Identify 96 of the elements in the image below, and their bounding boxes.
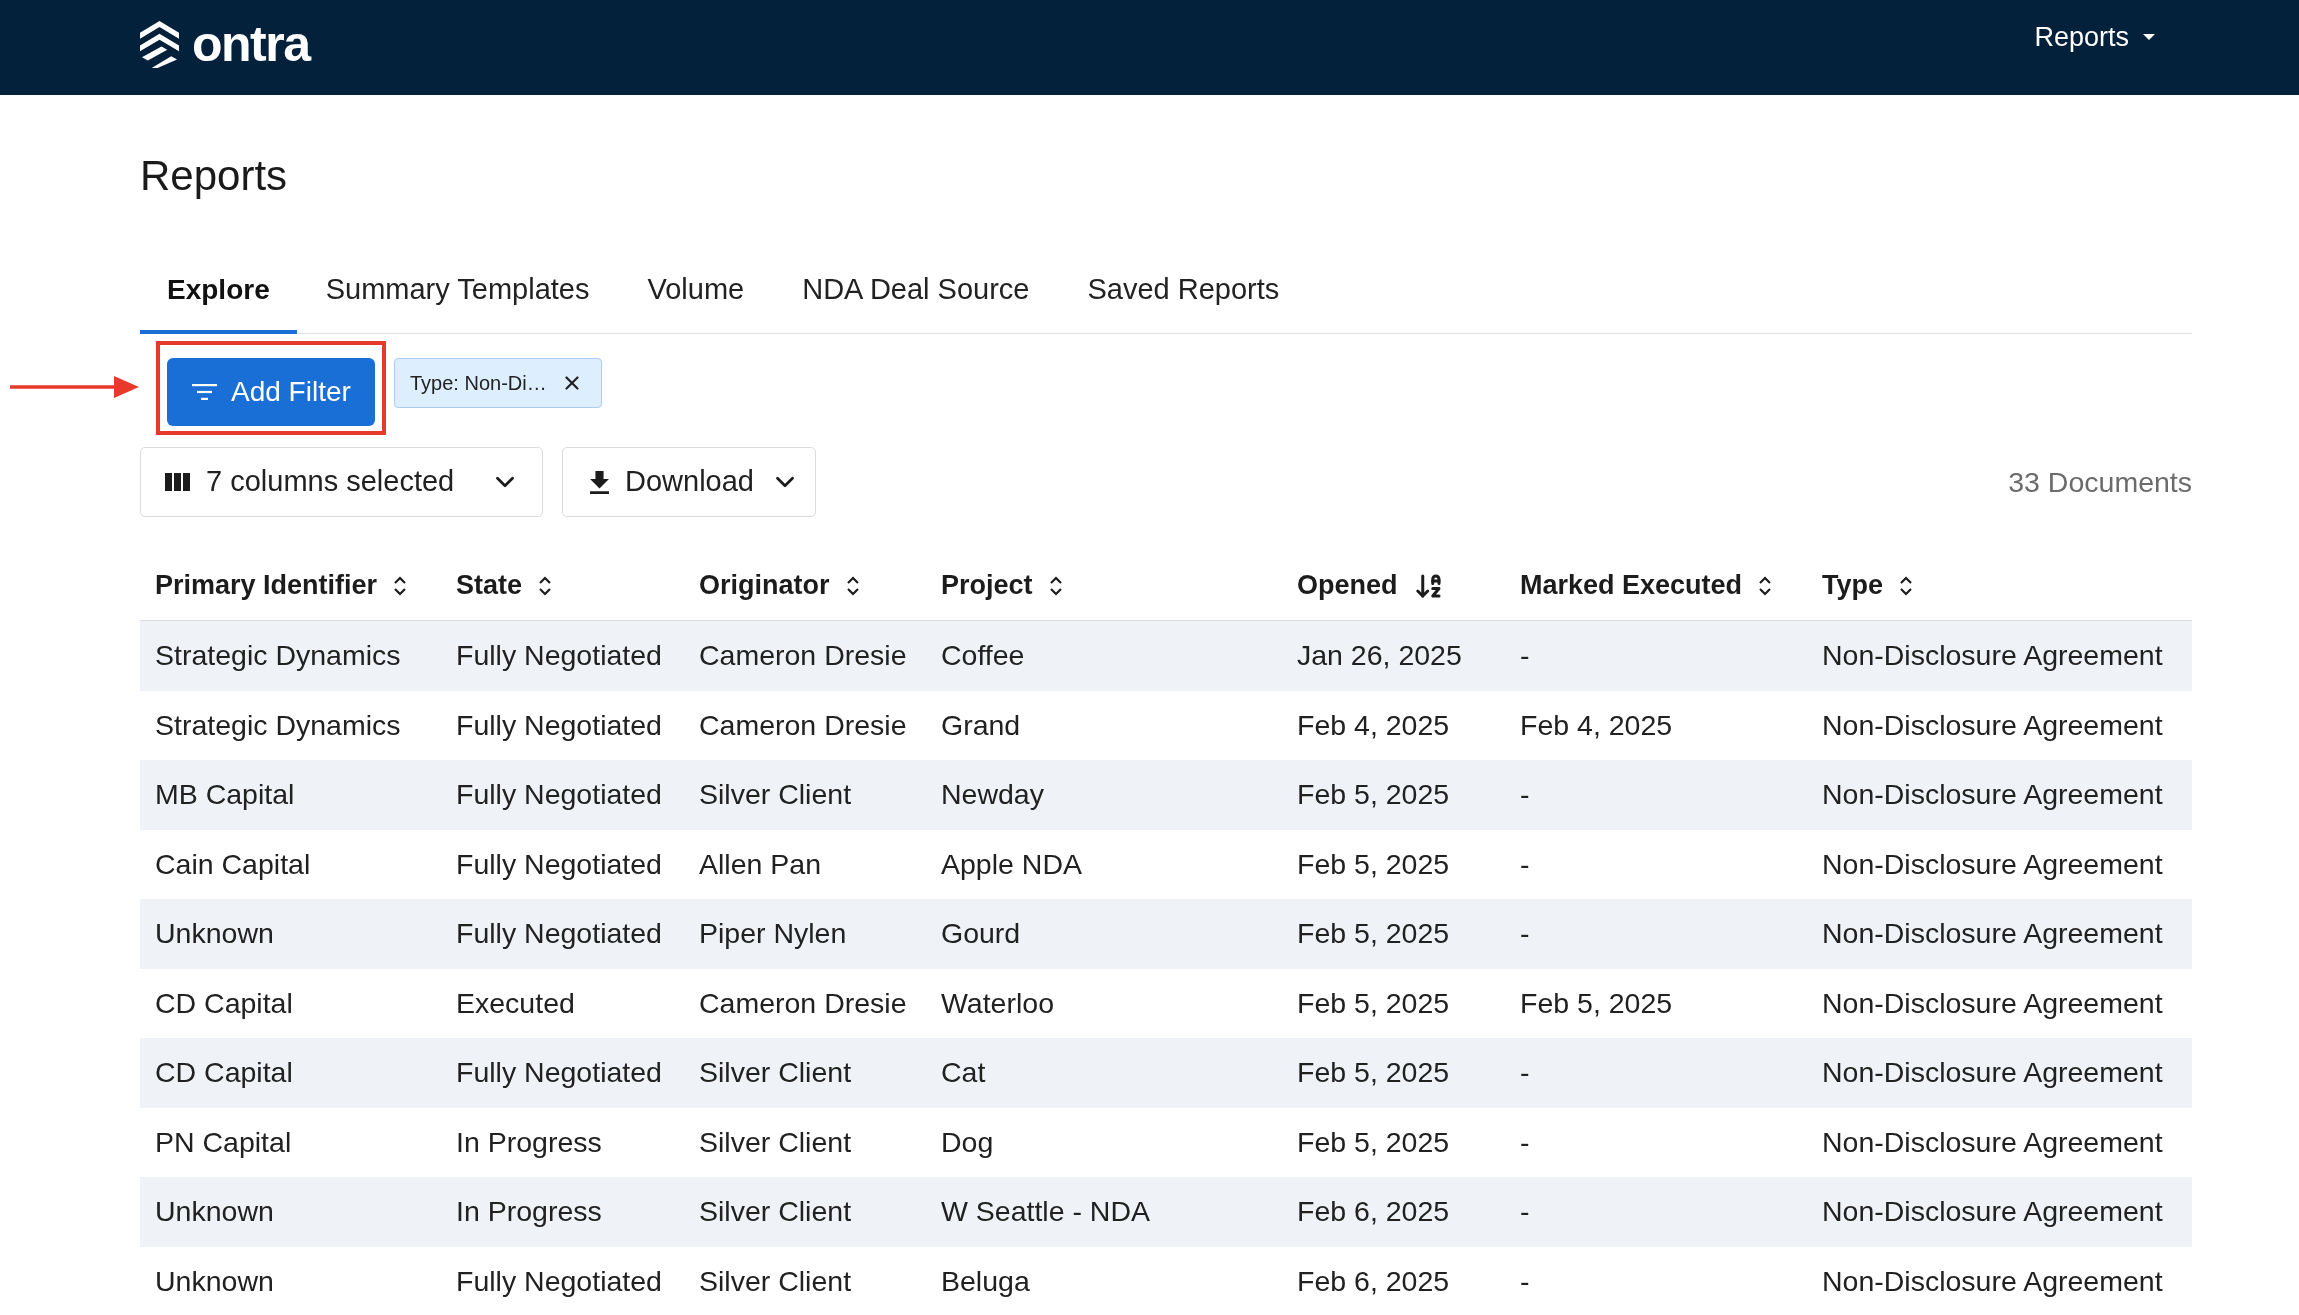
table-cell-text: Cameron Dresie: [698, 707, 908, 743]
table-cell-text: Feb 4, 2025: [1519, 707, 1674, 743]
column-header[interactable]: Type: [1822, 565, 1913, 606]
table-cell-text: Non-Disclosure Agreement: [1821, 707, 2164, 743]
tab[interactable]: Volume: [618, 250, 774, 334]
add-filter-button[interactable]: Add Filter: [167, 358, 375, 426]
table-cell-text: W Seattle - NDA: [940, 1194, 1152, 1230]
table-cell-text: -: [1519, 638, 1531, 674]
table-cell-text: Non-Disclosure Agreement: [1821, 1055, 2164, 1091]
page-title: Reports: [140, 151, 289, 201]
table-cell-text: CD Capital: [154, 1055, 294, 1091]
table-cell-text: Fully Negotiated: [455, 638, 663, 674]
logo-icon: [140, 20, 179, 68]
table-cell-text: Cain Capital: [154, 846, 312, 882]
table-cell-text: Strategic Dynamics: [154, 707, 402, 743]
table-cell-text: Non-Disclosure Agreement: [1821, 916, 2164, 952]
table-cell-text: Non-Disclosure Agreement: [1821, 638, 2164, 674]
table-cell-text: -: [1519, 777, 1531, 813]
table-cell-text: Apple NDA: [940, 846, 1083, 882]
table-cell-text: Feb 6, 2025: [1296, 1194, 1451, 1230]
column-header[interactable]: Opened: [1297, 565, 1444, 606]
table-cell-text: Fully Negotiated: [455, 1263, 663, 1299]
table-cell-text: Grand: [940, 707, 1022, 743]
table-cell-text: Feb 4, 2025: [1296, 707, 1451, 743]
table-cell-text: Jan 26, 2025: [1296, 638, 1463, 674]
table-cell-text: Waterloo: [940, 985, 1055, 1021]
column-header[interactable]: Project: [941, 565, 1063, 606]
table-cell-text: Unknown: [154, 1194, 275, 1230]
table-cell-text: Feb 5, 2025: [1296, 846, 1451, 882]
table-cell-text: -: [1519, 846, 1531, 882]
download-button[interactable]: Download: [562, 447, 816, 517]
filter-icon: [192, 384, 217, 400]
table-cell-text: Feb 5, 2025: [1296, 1124, 1451, 1160]
table-cell-text: Piper Nylen: [698, 916, 848, 952]
table-cell-text: In Progress: [455, 1124, 603, 1160]
table-cell-text: Executed: [455, 985, 576, 1021]
table-cell-text: Non-Disclosure Agreement: [1821, 1263, 2164, 1299]
column-header[interactable]: Marked Executed: [1520, 565, 1773, 606]
download-icon: [590, 470, 609, 494]
table-cell-text: Feb 5, 2025: [1296, 916, 1451, 952]
table-cell-text: Non-Disclosure Agreement: [1821, 1194, 2164, 1230]
table-cell-text: -: [1519, 916, 1531, 952]
filter-chip-label: Type: Non-Di…: [410, 371, 547, 396]
table-cell-text: MB Capital: [154, 777, 296, 813]
table-cell-text: In Progress: [455, 1194, 603, 1230]
table-cell-text: -: [1519, 1194, 1531, 1230]
table-cell-text: Cameron Dresie: [698, 638, 908, 674]
tab[interactable]: Saved Reports: [1058, 250, 1309, 334]
table-cell-text: Beluga: [940, 1263, 1031, 1299]
tab[interactable]: Summary Templates: [296, 250, 619, 334]
table-cell-text: Fully Negotiated: [455, 846, 663, 882]
reports-menu-button[interactable]: Reports: [2034, 19, 2155, 55]
caret-icon: [2143, 34, 2155, 40]
table-cell-text: Feb 5, 2025: [1296, 1055, 1451, 1091]
table-cell-text: Feb 5, 2025: [1519, 985, 1674, 1021]
table-cell-text: Fully Negotiated: [455, 777, 663, 813]
table-cell-text: -: [1519, 1055, 1531, 1091]
table-cell-text: Unknown: [154, 1263, 275, 1299]
table-cell-text: Silver Client: [698, 777, 853, 813]
columns-icon: [165, 473, 190, 491]
table-cell-text: Non-Disclosure Agreement: [1821, 985, 2164, 1021]
table-cell-text: Feb 5, 2025: [1296, 985, 1451, 1021]
table-cell-text: Dog: [940, 1124, 995, 1160]
table-cell-text: Silver Client: [698, 1055, 853, 1091]
table-cell-text: Non-Disclosure Agreement: [1821, 846, 2164, 882]
table-cell-text: Allen Pan: [698, 846, 822, 882]
table-cell-text: Cameron Dresie: [698, 985, 908, 1021]
table-cell-text: Cat: [940, 1055, 987, 1091]
column-header[interactable]: State: [456, 565, 553, 606]
table-cell-text: -: [1519, 1124, 1531, 1160]
tab[interactable]: Explore: [140, 250, 297, 334]
table-cell-text: Non-Disclosure Agreement: [1821, 1124, 2164, 1160]
table-cell-text: PN Capital: [154, 1124, 293, 1160]
table-cell-text: Fully Negotiated: [455, 707, 663, 743]
logo-text: ontra: [192, 19, 310, 69]
table-cell-text: Feb 6, 2025: [1296, 1263, 1451, 1299]
table-cell-text: Non-Disclosure Agreement: [1821, 777, 2164, 813]
table-cell-text: Silver Client: [698, 1263, 853, 1299]
table-cell-text: CD Capital: [154, 985, 294, 1021]
table-cell-text: Gourd: [940, 916, 1022, 952]
table-cell-text: Fully Negotiated: [455, 1055, 663, 1091]
columns-dropdown[interactable]: 7 columns selected: [140, 447, 543, 517]
column-header[interactable]: Primary Identifier: [155, 565, 408, 606]
table-cell-text: Strategic Dynamics: [154, 638, 402, 674]
document-count: 33 Documents: [2008, 464, 2192, 500]
table-cell-text: Silver Client: [698, 1124, 853, 1160]
tab[interactable]: NDA Deal Source: [773, 250, 1059, 334]
table-cell-text: Silver Client: [698, 1194, 853, 1230]
column-header[interactable]: Originator: [699, 565, 860, 606]
filter-chip[interactable]: Type: Non-Di…: [394, 358, 602, 408]
table-cell-text: Newday: [940, 777, 1045, 813]
table-cell-text: Feb 5, 2025: [1296, 777, 1451, 813]
table-cell-text: Unknown: [154, 916, 275, 952]
table-cell-text: -: [1519, 1263, 1531, 1299]
table-cell-text: Coffee: [940, 638, 1026, 674]
table-cell-text: Fully Negotiated: [455, 916, 663, 952]
